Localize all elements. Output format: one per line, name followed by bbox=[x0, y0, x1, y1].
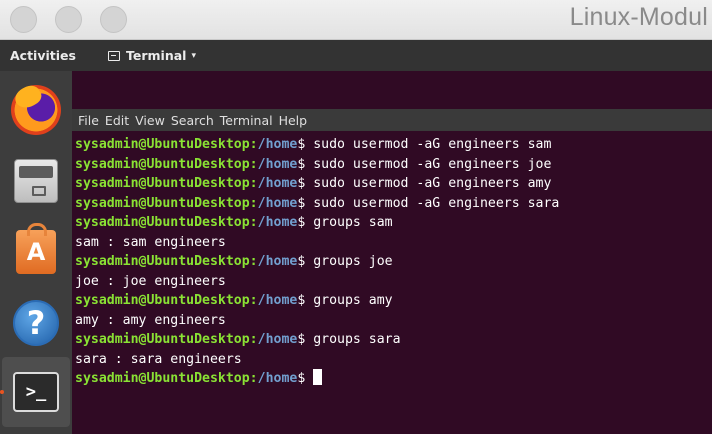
dock: A ? >_ bbox=[0, 71, 72, 434]
command-text: groups joe bbox=[313, 254, 393, 269]
menu-terminal[interactable]: Terminal bbox=[220, 113, 273, 128]
command-text: groups sam bbox=[313, 215, 393, 230]
top-panel: Activities Terminal ▾ bbox=[0, 40, 712, 71]
prompt-user: sysadmin@UbuntuDesktop: bbox=[75, 332, 258, 347]
zoom-window-button[interactable] bbox=[100, 6, 127, 33]
chevron-down-icon: ▾ bbox=[191, 50, 196, 61]
terminal-command-line: sysadmin@UbuntuDesktop:/home$ groups amy bbox=[75, 291, 709, 311]
activities-button[interactable]: Activities bbox=[10, 48, 76, 63]
prompt-symbol: $ bbox=[297, 195, 314, 211]
app-menu-label: Terminal bbox=[126, 48, 187, 63]
output-text: sara : sara engineers bbox=[75, 351, 242, 367]
menu-file[interactable]: File bbox=[78, 113, 99, 128]
window-title: Linux-Modul bbox=[569, 3, 708, 31]
command-text: groups sara bbox=[313, 332, 401, 347]
terminal-command-line: sysadmin@UbuntuDesktop:/home$ groups joe bbox=[75, 252, 709, 272]
terminal-small-icon bbox=[108, 50, 120, 61]
terminal-command-line: sysadmin@UbuntuDesktop:/home$ sudo userm… bbox=[75, 135, 709, 155]
prompt-symbol: $ bbox=[297, 137, 314, 152]
terminal-output-line: sam : sam engineers bbox=[75, 233, 709, 253]
prompt-user: sysadmin@UbuntuDesktop: bbox=[75, 254, 258, 269]
terminal-headerbar[interactable] bbox=[72, 71, 712, 109]
terminal-command-line: sysadmin@UbuntuDesktop:/home$ sudo userm… bbox=[75, 155, 709, 175]
app-menu-terminal[interactable]: Terminal ▾ bbox=[108, 48, 196, 63]
terminal-command-line: sysadmin@UbuntuDesktop:/home$ groups sar… bbox=[75, 330, 709, 350]
prompt-user: sysadmin@UbuntuDesktop: bbox=[75, 215, 258, 230]
prompt-path: /home bbox=[257, 176, 298, 191]
prompt-path: /home bbox=[257, 371, 298, 386]
text-cursor bbox=[313, 369, 323, 385]
firefox-icon bbox=[11, 85, 61, 135]
prompt-user: sysadmin@UbuntuDesktop: bbox=[75, 195, 258, 211]
prompt-user: sysadmin@UbuntuDesktop: bbox=[75, 293, 258, 308]
terminal-command-line: sysadmin@UbuntuDesktop:/home$ sudo userm… bbox=[75, 174, 709, 194]
prompt-path: /home bbox=[257, 215, 298, 230]
terminal-command-line: sysadmin@UbuntuDesktop:/home$ sudo userm… bbox=[75, 194, 709, 214]
output-text: sam : sam engineers bbox=[75, 234, 226, 250]
menu-help[interactable]: Help bbox=[279, 113, 308, 128]
terminal-icon: >_ bbox=[13, 372, 59, 412]
output-text: amy : amy engineers bbox=[75, 312, 226, 328]
prompt-path: /home bbox=[257, 254, 298, 269]
prompt-symbol: $ bbox=[297, 332, 314, 347]
prompt-user: sysadmin@UbuntuDesktop: bbox=[75, 176, 258, 191]
prompt-user: sysadmin@UbuntuDesktop: bbox=[75, 371, 258, 386]
dock-item-files[interactable] bbox=[0, 146, 72, 216]
prompt-symbol: $ bbox=[297, 254, 314, 269]
command-text: sudo usermod -aG engineers sam bbox=[313, 137, 552, 152]
prompt-user: sysadmin@UbuntuDesktop: bbox=[75, 156, 258, 172]
prompt-path: /home bbox=[257, 195, 298, 211]
close-window-button[interactable] bbox=[10, 6, 37, 33]
minimize-window-button[interactable] bbox=[55, 6, 82, 33]
command-text: sudo usermod -aG engineers sara bbox=[313, 195, 560, 211]
terminal-menubar: File Edit View Search Terminal Help bbox=[72, 109, 712, 131]
terminal-output-line: amy : amy engineers bbox=[75, 311, 709, 331]
terminal-command-line: sysadmin@UbuntuDesktop:/home$ groups sam bbox=[75, 213, 709, 233]
files-icon bbox=[14, 159, 58, 203]
prompt-symbol: $ bbox=[297, 156, 314, 172]
software-store-icon: A bbox=[16, 223, 56, 274]
terminal-output-line: joe : joe engineers bbox=[75, 272, 709, 292]
terminal-output[interactable]: sysadmin@UbuntuDesktop:/home$ sudo userm… bbox=[75, 135, 709, 389]
dock-item-terminal[interactable]: >_ bbox=[2, 357, 70, 427]
dock-item-help[interactable]: ? bbox=[0, 288, 72, 358]
command-text: sudo usermod -aG engineers amy bbox=[313, 176, 552, 191]
prompt-path: /home bbox=[257, 156, 298, 172]
dock-item-software[interactable]: A bbox=[0, 217, 72, 287]
outer-window-titlebar: Linux-Modul bbox=[0, 0, 712, 40]
prompt-symbol: $ bbox=[297, 215, 314, 230]
menu-edit[interactable]: Edit bbox=[105, 113, 129, 128]
command-text: groups amy bbox=[313, 293, 393, 308]
prompt-path: /home bbox=[257, 293, 298, 308]
prompt-symbol: $ bbox=[297, 293, 314, 308]
command-text: sudo usermod -aG engineers joe bbox=[313, 156, 552, 172]
output-text: joe : joe engineers bbox=[75, 273, 226, 289]
dock-item-firefox[interactable] bbox=[0, 75, 72, 145]
terminal-window[interactable]: File Edit View Search Terminal Help sysa… bbox=[72, 71, 712, 434]
prompt-user: sysadmin@UbuntuDesktop: bbox=[75, 137, 258, 152]
menu-search[interactable]: Search bbox=[171, 113, 214, 128]
running-indicator bbox=[0, 390, 4, 394]
terminal-command-line: sysadmin@UbuntuDesktop:/home$ bbox=[75, 369, 709, 389]
help-icon: ? bbox=[13, 300, 59, 346]
prompt-path: /home bbox=[257, 332, 298, 347]
prompt-symbol: $ bbox=[297, 371, 314, 386]
menu-view[interactable]: View bbox=[135, 113, 165, 128]
prompt-symbol: $ bbox=[297, 176, 314, 191]
terminal-output-line: sara : sara engineers bbox=[75, 350, 709, 370]
prompt-path: /home bbox=[257, 137, 298, 152]
